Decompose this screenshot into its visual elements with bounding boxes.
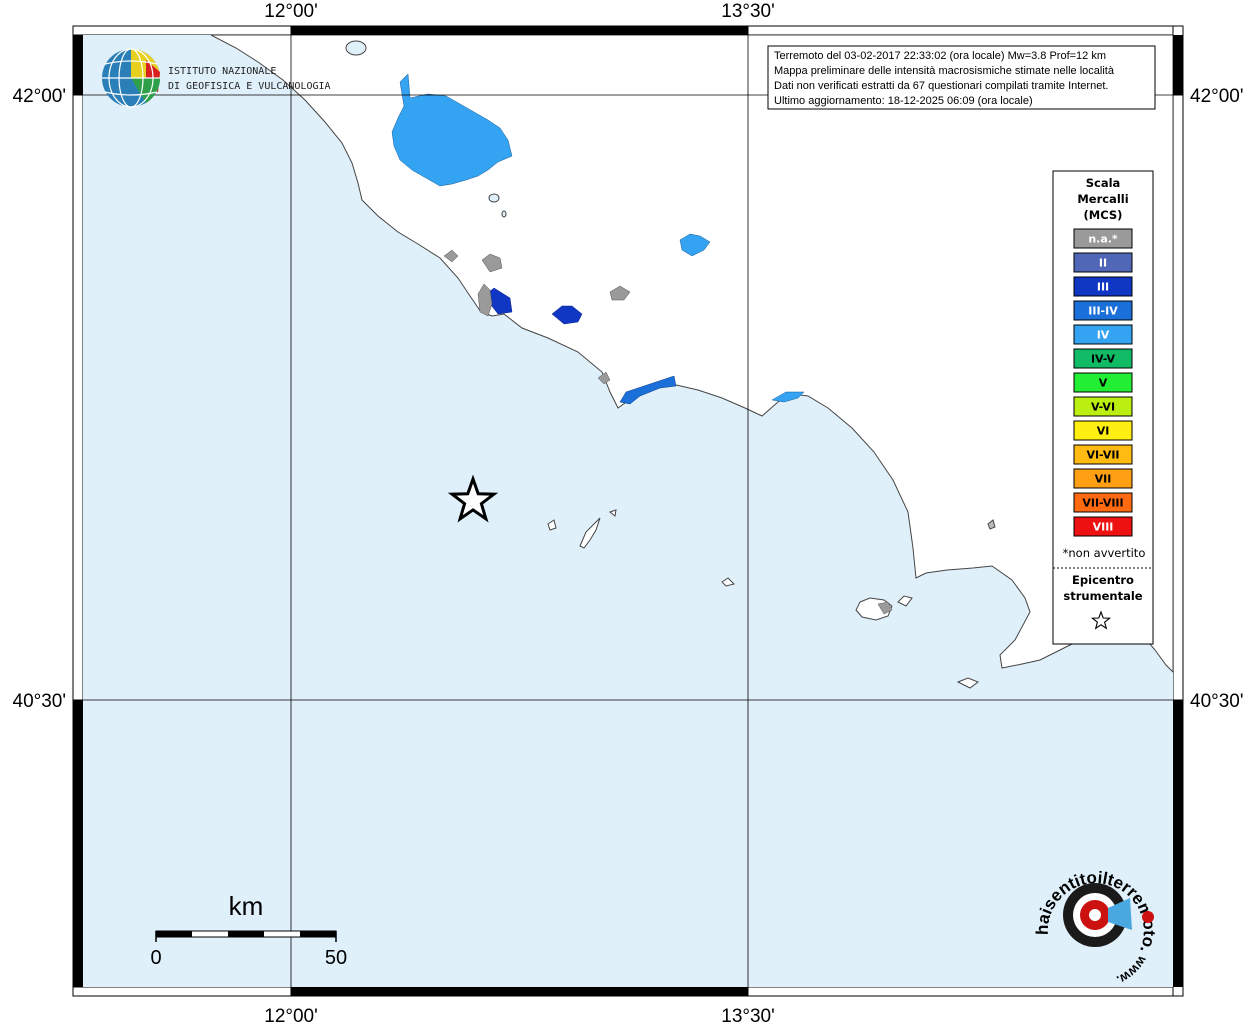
scale-unit: km [229,891,264,921]
lon-label-top-1: 12°00' [264,1,318,22]
legend-epicenter-title-2: strumentale [1063,589,1142,603]
legend-label: VIII [1093,521,1114,534]
lat-label-right-2: 40°30' [1190,691,1244,712]
legend-title-1: Scala [1086,176,1121,190]
lon-label-top-2: 13°30' [721,1,775,22]
legend-epicenter-title-1: Epicentro [1072,573,1134,587]
lat-label-left-2: 40°30' [13,691,67,712]
legend-label: VI [1097,425,1110,438]
legend-label: VII-VIII [1082,497,1123,510]
lat-label-left-1: 42°00' [13,86,67,107]
legend-label: VII [1095,473,1112,486]
title-box: Terremoto del 03-02-2017 22:33:02 (ora l… [767,45,1156,110]
macroseismic-map: 12°00' 13°30' 12°00' 13°30' 42°00' 40°30… [0,0,1255,1027]
lake-nemi [501,210,507,218]
title-line-1: Terremoto del 03-02-2017 22:33:02 (ora l… [774,50,1106,62]
lon-label-bottom-1: 12°00' [264,1006,318,1024]
legend-label: IV [1097,329,1110,342]
scale-min-label: 0 [150,947,161,969]
title-line-2: Mappa preliminare delle intensità macros… [774,65,1115,77]
legend-title-3: (MCS) [1084,208,1123,222]
legend-label: IV-V [1091,353,1116,366]
ingv-name-line1: ISTITUTO NAZIONALE [168,66,276,77]
legend-label: III-IV [1088,305,1118,318]
ingv-name-line2: DI GEOFISICA E VULCANOLOGIA [168,81,331,92]
mcs-legend: Scala Mercalli (MCS) n.a.*IIIIIIII-IVIVI… [1052,170,1154,645]
legend-label: III [1097,281,1109,294]
legend-label: V [1099,377,1108,390]
legend-note: *non avvertito [1063,546,1146,560]
legend-label: II [1099,257,1107,270]
scale-max-label: 50 [325,947,347,969]
title-line-4: Ultimo aggiornamento: 18-12-2025 06:09 (… [774,95,1033,107]
legend-label: n.a.* [1088,233,1118,246]
map-canvas: 12°00' 13°30' 12°00' 13°30' 42°00' 40°30… [0,0,1244,1027]
lat-label-right-1: 42°00' [1190,86,1244,107]
legend-label: VI-VII [1086,449,1119,462]
lon-label-bottom-2: 13°30' [721,1006,775,1024]
lake-bracciano [345,40,367,56]
legend-title-2: Mercalli [1077,192,1128,206]
lake-albano [488,193,500,203]
globe-logo-icon [102,48,161,108]
title-line-3: Dati non verificati estratti da 67 quest… [774,80,1108,92]
legend-label: V-VI [1091,401,1115,414]
